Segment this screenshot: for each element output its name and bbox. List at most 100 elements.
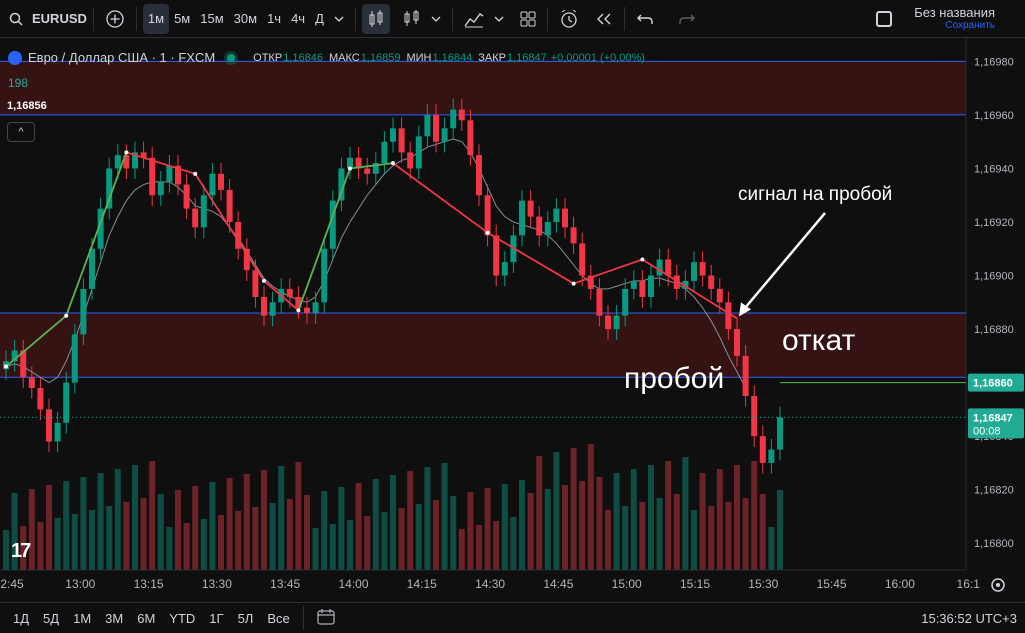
volume-bar <box>553 452 560 570</box>
volume-bar <box>484 488 491 570</box>
annotation-pullback: откат <box>782 324 856 357</box>
volume-bar <box>114 469 121 570</box>
candle-body <box>63 382 70 423</box>
range-1d[interactable]: 1Д <box>6 611 36 626</box>
market-status-icon[interactable] <box>227 53 236 62</box>
range-6m[interactable]: 6М <box>130 611 162 626</box>
range-1m[interactable]: 1М <box>66 611 98 626</box>
bars-icon[interactable] <box>398 4 426 34</box>
interval-4h[interactable]: 4ч <box>286 4 310 34</box>
interval-30m[interactable]: 30м <box>229 4 262 34</box>
volume-bar <box>89 510 95 570</box>
chevron-down-icon[interactable] <box>329 4 349 34</box>
volume-bar <box>200 519 207 570</box>
candle-body <box>536 216 543 236</box>
volume-bar <box>183 523 190 570</box>
volume-bar <box>347 520 353 570</box>
save-label[interactable]: Сохранить <box>914 20 995 31</box>
interval-1m[interactable]: 1м <box>142 3 170 34</box>
instrument-name[interactable]: Евро / Доллар США · 1 · FXCM <box>28 50 215 65</box>
volume-bar <box>226 478 233 570</box>
trend-point <box>296 308 301 313</box>
volume-bar <box>243 474 250 570</box>
candle-body <box>200 195 207 228</box>
candle-body <box>364 168 371 174</box>
candle-body <box>37 387 44 410</box>
candle-body <box>527 200 534 217</box>
candle-body <box>183 184 190 209</box>
volume-bar <box>725 502 732 570</box>
volume-bar <box>673 494 680 570</box>
candle-body <box>734 329 740 356</box>
chevron-down-icon[interactable] <box>426 4 446 34</box>
interval-15m[interactable]: 15м <box>195 4 228 34</box>
trend-line <box>641 258 738 320</box>
candle-body <box>424 114 431 137</box>
redo-icon[interactable] <box>673 4 701 34</box>
search-icon[interactable] <box>4 4 28 34</box>
clock-display[interactable]: 15:36:52 UTC+3 <box>921 611 1017 626</box>
volume-bar <box>97 473 104 570</box>
templates-icon[interactable] <box>515 4 541 34</box>
volume-bar <box>716 469 723 570</box>
tradingview-logo[interactable]: 17 <box>11 540 31 563</box>
y-tick-label: 1,16880 <box>974 324 1014 336</box>
range-ytd[interactable]: YTD <box>162 611 202 626</box>
candle-body <box>639 280 646 297</box>
candle-body <box>579 243 586 276</box>
range-5d[interactable]: 5Д <box>36 611 66 626</box>
candles-icon[interactable] <box>361 3 390 34</box>
layout-checkbox-icon[interactable] <box>876 11 892 27</box>
volume-bar <box>562 485 568 570</box>
volume-bar <box>252 507 259 570</box>
volume-bar <box>467 492 474 570</box>
candle-body <box>484 195 491 236</box>
candle-body <box>742 355 749 396</box>
trend-line <box>65 152 128 317</box>
candle-body <box>269 302 276 316</box>
indicators-icon[interactable] <box>459 4 489 34</box>
replay-icon[interactable] <box>590 4 618 34</box>
trend-point <box>64 313 69 318</box>
chevron-down-icon[interactable] <box>489 4 509 34</box>
volume-bar <box>123 502 130 570</box>
volume-bar <box>777 490 783 570</box>
candle-body <box>570 227 577 244</box>
alert-icon[interactable] <box>554 4 584 34</box>
add-symbol-icon[interactable] <box>100 4 130 34</box>
candle-body <box>441 128 448 142</box>
candle-body <box>458 109 465 121</box>
volume-value: 198 <box>8 76 29 90</box>
volume-bar <box>433 500 439 570</box>
range-all[interactable]: Все <box>260 611 296 626</box>
range-5y[interactable]: 5Л <box>231 611 261 626</box>
interval-1h[interactable]: 1ч <box>262 4 286 34</box>
cursor-price: 1,16856 <box>7 100 47 112</box>
volume-bar <box>192 486 199 570</box>
volume-bar <box>648 465 654 570</box>
chart-legend: Евро / Доллар США · 1 · FXCM ОТКР 1,16846… <box>8 50 645 65</box>
y-tick-label: 1,16920 <box>974 217 1014 229</box>
layout-save[interactable]: Без названия Сохранить <box>914 5 995 31</box>
range-3m[interactable]: 3М <box>98 611 130 626</box>
volume-bar <box>390 475 396 570</box>
interval-day[interactable]: Д <box>310 4 329 34</box>
volume-bar <box>605 510 611 570</box>
volume-bar <box>329 524 336 570</box>
trend-point <box>124 150 129 155</box>
volume-bar <box>759 494 766 570</box>
range-1y[interactable]: 1Г <box>202 611 230 626</box>
candle-body <box>114 155 121 169</box>
candle-body <box>71 334 78 383</box>
volume-bar <box>54 518 61 570</box>
price-chart[interactable]: сигнал на пробой пробой откат 1,16980 1,169… <box>0 38 1025 602</box>
undo-icon[interactable] <box>631 4 659 34</box>
date-range-icon[interactable] <box>310 608 342 628</box>
volume-bar <box>501 484 508 570</box>
volume-bar <box>46 485 52 570</box>
close-label: ЗАКР <box>478 51 506 64</box>
interval-5m[interactable]: 5м <box>169 4 195 34</box>
divider <box>135 6 137 31</box>
symbol-name[interactable]: EURUSD <box>32 4 87 34</box>
collapse-legend-button[interactable]: ^ <box>7 122 35 142</box>
